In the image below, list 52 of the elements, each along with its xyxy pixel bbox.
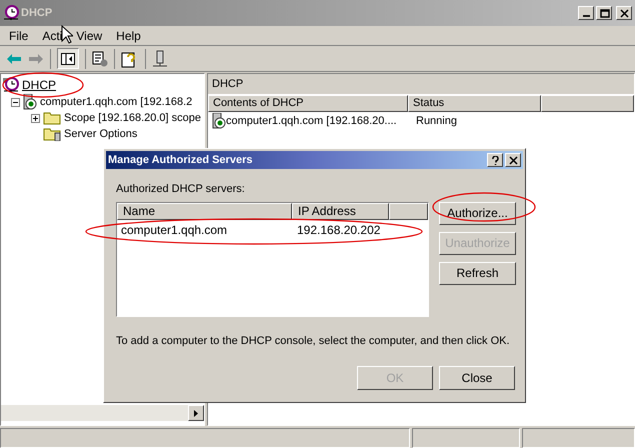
- column-header[interactable]: Status: [408, 95, 541, 112]
- minus-icon: [13, 100, 18, 104]
- expand-toggle[interactable]: [31, 114, 40, 122]
- dialog-button[interactable]: Authorize...: [439, 202, 516, 224]
- table-cell-text: 192.168.20.202: [296, 222, 382, 238]
- table-cell-text: computer1.qqh.com [192.168.20....: [226, 114, 398, 129]
- list-label: Authorized DHCP servers:: [116, 182, 246, 197]
- minimize-icon: [582, 15, 590, 17]
- tree-item[interactable]: Server Options: [64, 126, 138, 142]
- question-mark-icon: [490, 156, 500, 164]
- server-icon[interactable]: [152, 50, 168, 68]
- plus-icon: [33, 116, 38, 120]
- horizontal-scrollbar[interactable]: [1, 405, 204, 421]
- hint-text: To add a computer to the DHCP console, select the computer, and then click OK.: [116, 334, 511, 348]
- right-arrow-icon: [194, 410, 198, 416]
- minimize-button[interactable]: [578, 6, 594, 20]
- tree-item[interactable]: computer1.qqh.com [192.168.2: [40, 94, 192, 110]
- close-icon: [618, 8, 630, 18]
- help-button[interactable]: [487, 153, 503, 167]
- column-header[interactable]: Name: [117, 202, 292, 220]
- dialog-title: Manage Authorized Servers: [108, 152, 254, 168]
- server-icon: [212, 113, 226, 129]
- maximize-icon: [598, 8, 610, 18]
- menu-item[interactable]: File: [4, 26, 34, 44]
- clock-network-icon: [3, 77, 19, 93]
- menu-item[interactable]: View: [71, 26, 108, 44]
- server-list[interactable]: Name IP Address computer1.qqh.com 192.168.20.202: [116, 202, 429, 316]
- clock-network-icon: [3, 5, 19, 21]
- pane-header: DHCP: [208, 74, 634, 94]
- close-button[interactable]: [505, 153, 521, 167]
- tree-pane-icon: [61, 52, 75, 64]
- tree-toggle-button[interactable]: [57, 48, 79, 69]
- collapse-toggle[interactable]: [11, 98, 20, 106]
- dialog-button[interactable]: Refresh: [439, 262, 516, 284]
- dialog-button[interactable]: Close: [439, 366, 515, 390]
- tree-item[interactable]: Scope [192.168.20.0] scope: [64, 110, 201, 126]
- close-icon: [508, 156, 518, 164]
- column-header[interactable]: IP Address: [292, 202, 389, 220]
- menu-item[interactable]: Help: [111, 26, 146, 44]
- column-header[interactable]: [389, 202, 428, 220]
- export-list-icon[interactable]: [92, 50, 108, 66]
- table-cell-text: Running: [415, 114, 457, 129]
- mouse-cursor-icon: [61, 25, 73, 44]
- window-title: DHCP: [21, 6, 54, 21]
- column-header[interactable]: [541, 95, 634, 112]
- maximize-button[interactable]: [596, 6, 612, 20]
- column-header[interactable]: Contents of DHCP: [208, 95, 408, 112]
- server-icon: [23, 94, 37, 110]
- table-cell-text: computer1.qqh.com: [120, 222, 228, 238]
- folder-server-icon: [43, 127, 61, 141]
- close-button[interactable]: [616, 6, 632, 20]
- folder-icon: [43, 111, 61, 125]
